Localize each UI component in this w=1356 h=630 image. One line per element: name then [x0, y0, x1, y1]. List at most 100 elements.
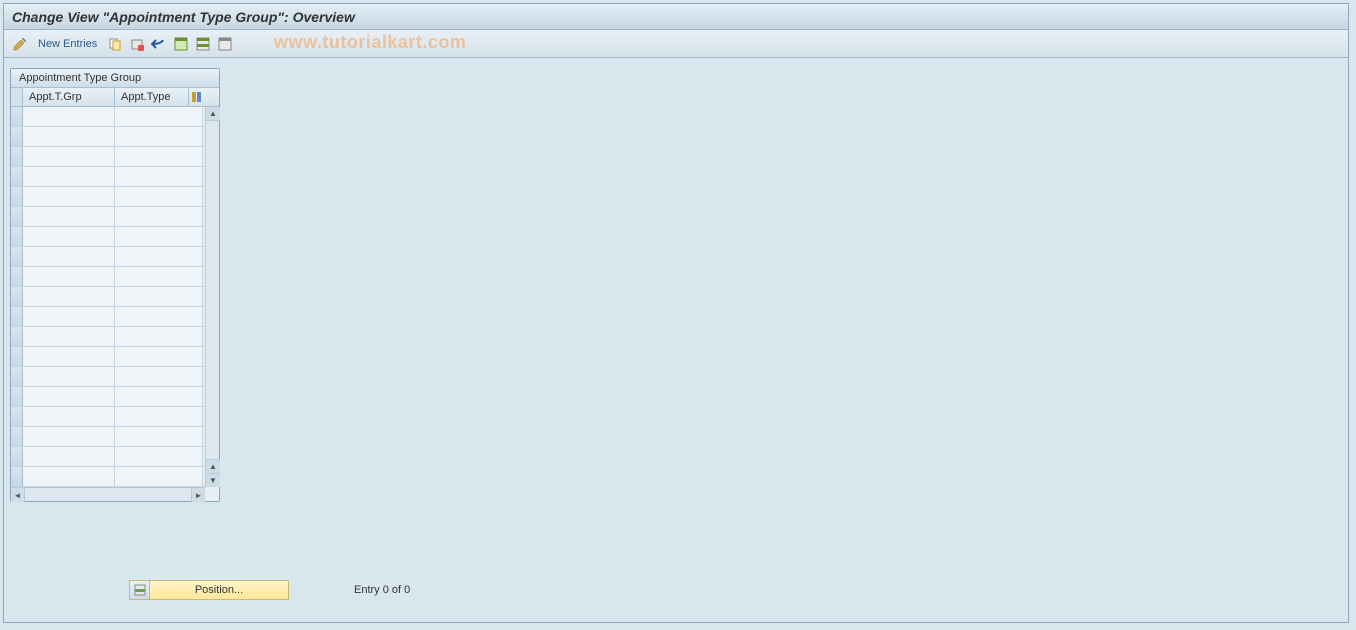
- row-selector[interactable]: [11, 387, 23, 406]
- row-selector[interactable]: [11, 227, 23, 246]
- row-selector[interactable]: [11, 427, 23, 446]
- table-row[interactable]: [11, 127, 205, 147]
- row-selector[interactable]: [11, 327, 23, 346]
- delete-icon[interactable]: [129, 36, 145, 52]
- table-row[interactable]: [11, 387, 205, 407]
- cell-appt-type[interactable]: [115, 247, 203, 266]
- cell-appt-type[interactable]: [115, 207, 203, 226]
- table-row[interactable]: [11, 247, 205, 267]
- cell-appt-t-grp[interactable]: [23, 427, 115, 446]
- scroll-right-icon[interactable]: ►: [191, 488, 205, 502]
- table-row[interactable]: [11, 187, 205, 207]
- position-button[interactable]: Position...: [129, 580, 289, 600]
- cell-appt-type[interactable]: [115, 147, 203, 166]
- cell-appt-type[interactable]: [115, 307, 203, 326]
- scroll-up-icon[interactable]: ▲: [206, 107, 220, 121]
- watermark: www.tutorialkart.com: [274, 32, 466, 53]
- cell-appt-type[interactable]: [115, 427, 203, 446]
- column-header-appt-type[interactable]: Appt.Type: [115, 88, 189, 106]
- cell-appt-type[interactable]: [115, 187, 203, 206]
- table-config-icon[interactable]: [189, 88, 205, 106]
- cell-appt-t-grp[interactable]: [23, 187, 115, 206]
- cell-appt-type[interactable]: [115, 107, 203, 126]
- row-selector[interactable]: [11, 307, 23, 326]
- horizontal-scrollbar[interactable]: ◄ ►: [11, 487, 205, 501]
- table-row[interactable]: [11, 447, 205, 467]
- row-selector[interactable]: [11, 207, 23, 226]
- row-selector[interactable]: [11, 107, 23, 126]
- new-entries-button[interactable]: New Entries: [38, 38, 97, 50]
- cell-appt-t-grp[interactable]: [23, 107, 115, 126]
- cell-appt-t-grp[interactable]: [23, 327, 115, 346]
- table-row[interactable]: [11, 467, 205, 487]
- table-row[interactable]: [11, 307, 205, 327]
- cell-appt-type[interactable]: [115, 227, 203, 246]
- cell-appt-t-grp[interactable]: [23, 127, 115, 146]
- cell-appt-t-grp[interactable]: [23, 467, 115, 486]
- cell-appt-t-grp[interactable]: [23, 227, 115, 246]
- table-row[interactable]: [11, 207, 205, 227]
- change-display-icon[interactable]: [12, 36, 28, 52]
- cell-appt-t-grp[interactable]: [23, 287, 115, 306]
- scroll-down-icon[interactable]: ▲: [206, 459, 220, 473]
- table-row[interactable]: [11, 267, 205, 287]
- cell-appt-t-grp[interactable]: [23, 167, 115, 186]
- select-block-icon[interactable]: [195, 36, 211, 52]
- row-selector[interactable]: [11, 187, 23, 206]
- cell-appt-t-grp[interactable]: [23, 267, 115, 286]
- row-selector[interactable]: [11, 287, 23, 306]
- deselect-all-icon[interactable]: [217, 36, 233, 52]
- row-selector[interactable]: [11, 127, 23, 146]
- cell-appt-type[interactable]: [115, 367, 203, 386]
- cell-appt-type[interactable]: [115, 127, 203, 146]
- cell-appt-type[interactable]: [115, 347, 203, 366]
- scroll-down-icon-2[interactable]: ▼: [206, 473, 220, 487]
- cell-appt-t-grp[interactable]: [23, 307, 115, 326]
- cell-appt-type[interactable]: [115, 327, 203, 346]
- vertical-scrollbar[interactable]: ▲ ▲ ▼: [205, 107, 219, 487]
- cell-appt-t-grp[interactable]: [23, 447, 115, 466]
- row-selector[interactable]: [11, 267, 23, 286]
- row-selector[interactable]: [11, 367, 23, 386]
- cell-appt-t-grp[interactable]: [23, 367, 115, 386]
- row-selector[interactable]: [11, 167, 23, 186]
- cell-appt-t-grp[interactable]: [23, 387, 115, 406]
- copy-icon[interactable]: [107, 36, 123, 52]
- cell-appt-type[interactable]: [115, 447, 203, 466]
- row-selector[interactable]: [11, 347, 23, 366]
- cell-appt-t-grp[interactable]: [23, 347, 115, 366]
- table-row[interactable]: [11, 287, 205, 307]
- row-selector[interactable]: [11, 147, 23, 166]
- table-row[interactable]: [11, 327, 205, 347]
- cell-appt-t-grp[interactable]: [23, 207, 115, 226]
- cell-appt-t-grp[interactable]: [23, 147, 115, 166]
- row-selector[interactable]: [11, 247, 23, 266]
- cell-appt-type[interactable]: [115, 167, 203, 186]
- table-row[interactable]: [11, 227, 205, 247]
- cell-appt-type[interactable]: [115, 287, 203, 306]
- table-row[interactable]: [11, 407, 205, 427]
- cell-appt-type[interactable]: [115, 407, 203, 426]
- select-all-icon[interactable]: [173, 36, 189, 52]
- cell-appt-type[interactable]: [115, 467, 203, 486]
- table-row[interactable]: [11, 347, 205, 367]
- table-row[interactable]: [11, 367, 205, 387]
- cell-appt-type[interactable]: [115, 267, 203, 286]
- scroll-left-icon[interactable]: ◄: [11, 488, 25, 502]
- table-body: ▲ ▲ ▼: [11, 107, 219, 487]
- undo-icon[interactable]: [151, 36, 167, 52]
- cell-appt-t-grp[interactable]: [23, 247, 115, 266]
- row-selector[interactable]: [11, 447, 23, 466]
- cell-appt-t-grp[interactable]: [23, 407, 115, 426]
- entry-status: Entry 0 of 0: [354, 584, 410, 596]
- cell-appt-type[interactable]: [115, 387, 203, 406]
- page-title: Change View "Appointment Type Group": Ov…: [12, 9, 355, 25]
- table-row[interactable]: [11, 167, 205, 187]
- table-row[interactable]: [11, 107, 205, 127]
- table-row[interactable]: [11, 427, 205, 447]
- column-header-appt-t-grp[interactable]: Appt.T.Grp: [23, 88, 115, 106]
- row-selector[interactable]: [11, 407, 23, 426]
- row-selector[interactable]: [11, 467, 23, 486]
- table-row[interactable]: [11, 147, 205, 167]
- row-selector-header[interactable]: [11, 88, 23, 106]
